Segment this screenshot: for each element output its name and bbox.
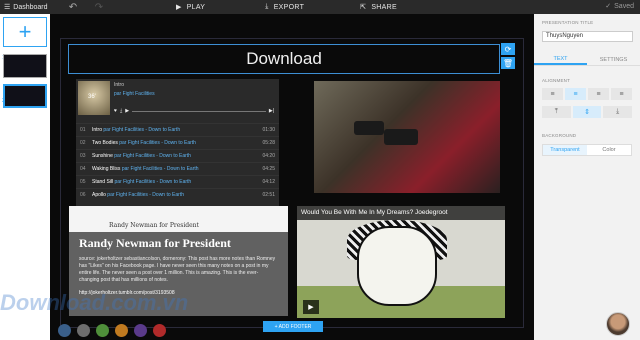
menu-icon: ☰ (4, 4, 11, 11)
watermark: Download.com.vn (0, 290, 189, 315)
track-row[interactable]: 02 Two Bodies par Fight Facilities - Down… (76, 136, 279, 149)
slide-title[interactable]: Download (68, 44, 500, 74)
color-swatch[interactable] (115, 324, 128, 337)
presentation-title-label: PRESENTATION TITLE (542, 20, 594, 25)
rotate-icon[interactable]: ⟳ (501, 43, 515, 55)
align-left-icon[interactable]: ≡ (542, 88, 563, 100)
track-row[interactable]: 01 Intro par Fight Facilities - Down to E… (76, 123, 279, 136)
align-middle-icon[interactable]: ⇕ (572, 106, 602, 118)
saved-label: Saved (614, 2, 634, 10)
music-player-embed[interactable]: 36' Intro par Fight Facilities ♥ ⤓ ▶ ▶| … (76, 79, 279, 214)
avatar[interactable] (606, 312, 630, 336)
color-swatch[interactable] (134, 324, 147, 337)
video-embed[interactable]: Would You Be With Me In My Dreams? Joede… (297, 206, 505, 318)
background-options: Transparent Color (542, 144, 632, 156)
video-title: Would You Be With Me In My Dreams? Joede… (297, 206, 505, 220)
align-justify-icon[interactable]: ≡ (611, 88, 632, 100)
bg-color-option[interactable]: Color (587, 145, 631, 155)
dashboard-label: Dashboard (13, 3, 48, 11)
color-swatch[interactable] (96, 324, 109, 337)
progress-bar[interactable] (132, 110, 266, 112)
slide-thumbnail-active[interactable] (3, 84, 47, 108)
title-tools: ⟳ 🗑 (501, 43, 515, 71)
saved-status: ✓ Saved (605, 2, 634, 11)
track-row[interactable]: 03 Sunshine par Fight Facilities - Down t… (76, 149, 279, 162)
presentation-title-input[interactable]: ThuysNguyen (542, 31, 633, 42)
album-title: Intro (114, 82, 125, 88)
bg-transparent-option[interactable]: Transparent (543, 145, 587, 155)
panel-tabs: TEXT SETTINGS (534, 54, 640, 66)
trash-icon[interactable]: 🗑 (501, 57, 515, 69)
align-top-icon[interactable]: ⤒ (542, 106, 571, 118)
download-icon[interactable]: ⤓ (120, 108, 122, 114)
share-label: SHARE (371, 3, 397, 11)
background-label: BACKGROUND (542, 133, 577, 138)
download-icon: ⤓ (265, 3, 269, 10)
player-header: Intro par Fight Facilities (114, 82, 155, 97)
play-icon: ▶ (176, 4, 182, 11)
album-cover: 36' (78, 81, 110, 115)
vertical-alignment: ⤒ ⇕ ⤓ (542, 106, 633, 118)
align-center-icon[interactable]: ≡ (565, 88, 586, 100)
time-badge: 36' (88, 94, 96, 100)
color-swatch[interactable] (58, 324, 71, 337)
photo-embed[interactable] (314, 81, 500, 193)
album-artist: par Fight Facilities (114, 91, 155, 97)
check-icon: ✓ (605, 3, 612, 10)
properties-panel: PRESENTATION TITLE ThuysNguyen TEXT SETT… (534, 14, 640, 340)
play-icon[interactable]: ▶ (303, 300, 319, 314)
color-swatches (58, 324, 166, 337)
track-row[interactable]: 04 Waking Bliss par Fight Facilities - Do… (76, 162, 279, 175)
play-label: PLAY (186, 3, 206, 11)
next-icon[interactable]: ▶| (269, 108, 274, 114)
export-button[interactable]: ⤓ EXPORT (265, 3, 304, 11)
article-body: source: jokerholtzer sebastiancolson, do… (79, 256, 276, 283)
tab-text[interactable]: TEXT (534, 54, 587, 65)
alignment-label: ALIGNMENT (542, 78, 571, 83)
add-slide-button[interactable]: + (3, 17, 47, 47)
plus-icon: + (18, 19, 32, 44)
share-icon: ⇱ (360, 4, 367, 11)
add-footer-button[interactable]: + ADD FOOTER (263, 321, 323, 332)
align-bottom-icon[interactable]: ⤓ (603, 106, 633, 118)
article-title: Randy Newman for President (79, 236, 231, 250)
align-right-icon[interactable]: ≡ (588, 88, 609, 100)
heart-icon[interactable]: ♥ (114, 108, 117, 114)
horizontal-alignment: ≡ ≡ ≡ ≡ (542, 88, 632, 100)
article-mini-title: Randy Newman for President (109, 222, 199, 229)
player-controls[interactable]: ♥ ⤓ ▶ ▶| (114, 107, 274, 115)
undo-icon[interactable]: ↶ (60, 2, 86, 13)
track-row[interactable]: 06 Apollo par Fight Facilities - Down to … (76, 188, 279, 201)
tab-settings[interactable]: SETTINGS (587, 54, 640, 65)
export-label: EXPORT (273, 3, 305, 11)
color-swatch[interactable] (77, 324, 90, 337)
track-row[interactable]: 05 Stand Sill par Fight Facilities - Down… (76, 175, 279, 188)
color-swatch[interactable] (153, 324, 166, 337)
dashboard-link[interactable]: ☰ Dashboard (0, 3, 60, 12)
slide-thumbnail[interactable] (3, 54, 47, 78)
share-button[interactable]: ⇱ SHARE (360, 3, 397, 12)
play-icon[interactable]: ▶ (125, 108, 129, 114)
top-toolbar: ☰ Dashboard ↶ ↷ ▶ PLAY ⤓ EXPORT ⇱ SHARE … (0, 0, 640, 14)
redo-icon[interactable]: ↷ (86, 2, 112, 13)
play-button[interactable]: ▶ PLAY (176, 3, 206, 12)
